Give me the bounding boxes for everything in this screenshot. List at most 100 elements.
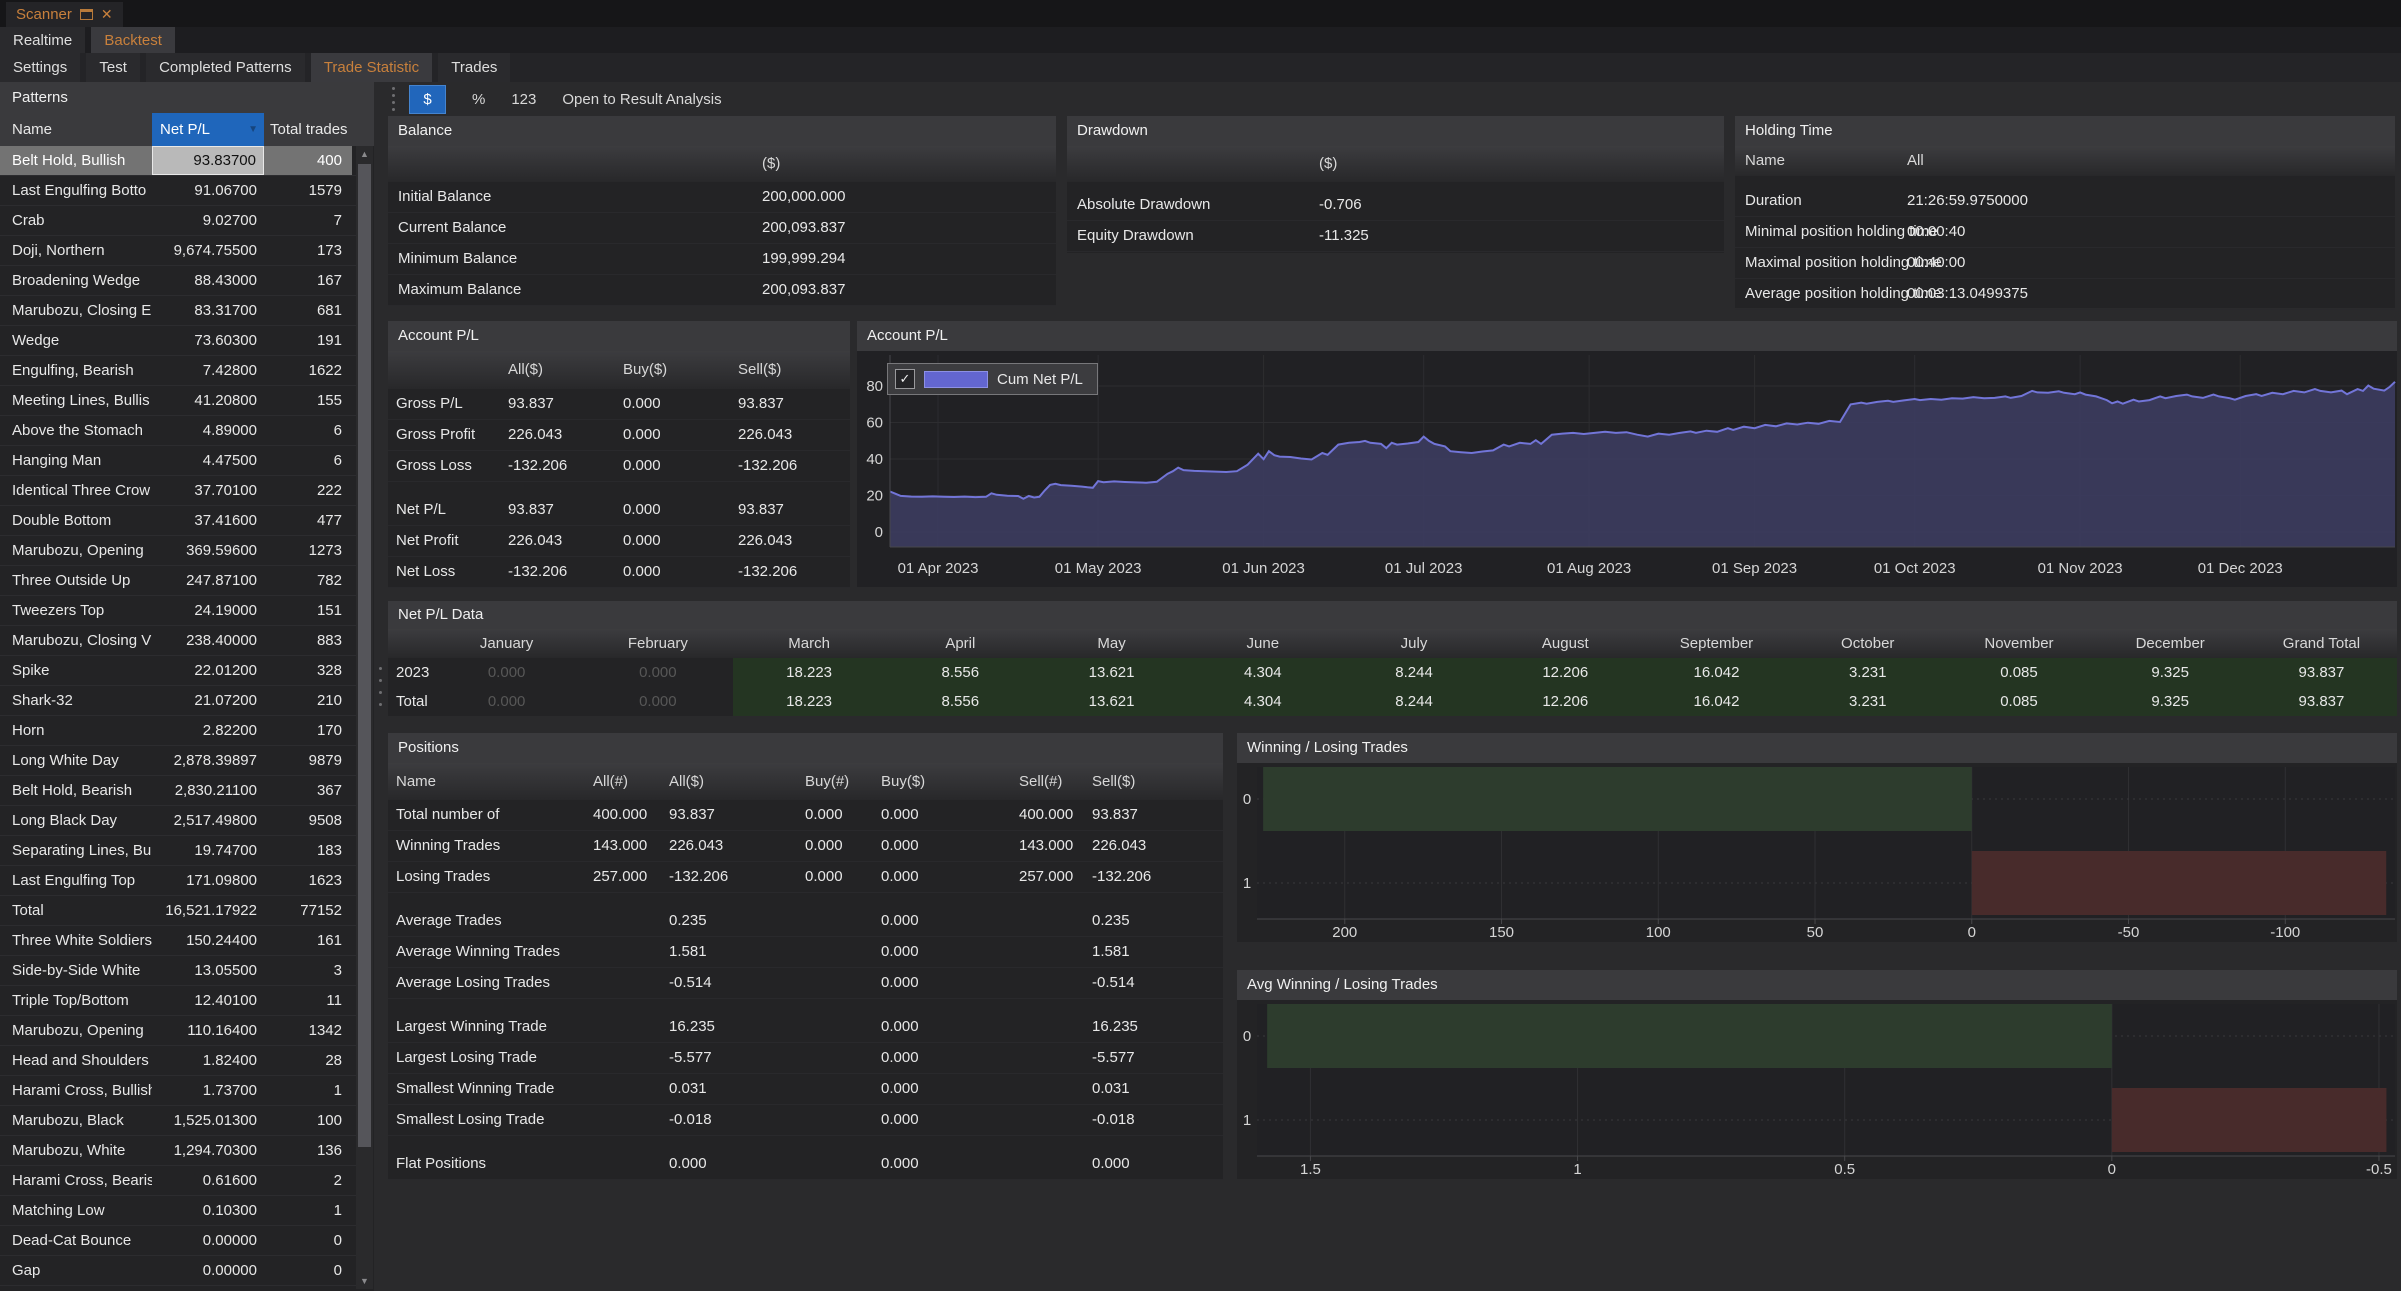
pattern-row[interactable]: Wedge73.60300191 (0, 326, 356, 356)
mode-tab-strip: Realtime Backtest (0, 27, 2401, 53)
open-result-analysis-button[interactable]: Open to Result Analysis (562, 91, 721, 108)
pattern-row[interactable]: Last Engulfing Top171.098001623 (0, 866, 356, 896)
stat-value: 0.000 (623, 526, 661, 556)
drawdown-column-header: ($) (1067, 146, 1724, 182)
pattern-row[interactable]: Gap0.000000 (0, 1256, 356, 1286)
pattern-row[interactable]: Belt Hold, Bullish93.83700400 (0, 146, 356, 176)
pattern-trades: 7 (264, 206, 352, 235)
stat-row: Gross Profit226.0430.000226.043 (388, 420, 850, 451)
pattern-trades: 3 (264, 956, 352, 985)
tab-backtest[interactable]: Backtest (91, 27, 175, 53)
patterns-scrollbar[interactable]: ▲ ▼ (356, 146, 373, 1289)
close-icon[interactable]: ✕ (101, 6, 113, 23)
netpl-data-row: 20230.0000.00018.2238.55613.6214.3048.24… (388, 658, 2397, 687)
tab-settings[interactable]: Settings (0, 53, 80, 82)
pattern-row[interactable]: Dead-Cat Bounce0.000000 (0, 1226, 356, 1256)
pattern-row[interactable]: Shark-3221.07200210 (0, 686, 356, 716)
stat-value: 1.581 (1092, 937, 1130, 967)
pattern-row[interactable]: Total16,521.1792277152 (0, 896, 356, 926)
pattern-row[interactable]: Broadening Wedge88.43000167 (0, 266, 356, 296)
pattern-row[interactable]: Meeting Lines, Bullis41.20800155 (0, 386, 356, 416)
column-header-netpl[interactable]: Net P/L▼ (152, 113, 264, 146)
window-icon (80, 9, 93, 20)
svg-text:0: 0 (1243, 1028, 1251, 1045)
stat-value: 400.000 (593, 800, 647, 830)
currency-dollar-button[interactable]: $ (409, 85, 446, 114)
stat-row: Average Trades0.2350.0000.235 (388, 906, 1223, 937)
pattern-row[interactable]: Marubozu, Black1,525.01300100 (0, 1106, 356, 1136)
pattern-row[interactable]: Three White Soldiers150.24400161 (0, 926, 356, 956)
stat-value: 0.000 (881, 1149, 919, 1179)
stat-row: Maximal position holding time00:40:00 (1735, 248, 2395, 279)
stat-row: Winning Trades143.000226.0430.0000.00014… (388, 831, 1223, 862)
pattern-row[interactable]: Matching Low0.103001 (0, 1196, 356, 1226)
pattern-trades: 11 (264, 986, 352, 1015)
stat-label: Net Loss (396, 557, 455, 587)
pattern-row[interactable]: Above the Stomach4.890006 (0, 416, 356, 446)
netpl-cell: 93.837 (2246, 658, 2397, 687)
tab-test[interactable]: Test (86, 53, 140, 82)
pattern-row[interactable]: Triple Top/Bottom12.4010011 (0, 986, 356, 1016)
pattern-row[interactable]: Engulfing, Bearish7.428001622 (0, 356, 356, 386)
stat-row: Flat Positions0.0000.0000.000 (388, 1149, 1223, 1180)
pattern-row[interactable]: Hanging Man4.475006 (0, 446, 356, 476)
legend-checkbox[interactable]: ✓ (895, 369, 915, 389)
panel-splitter[interactable] (374, 82, 386, 1291)
tab-trades[interactable]: Trades (438, 53, 510, 82)
pattern-row[interactable]: Marubozu, Closing V238.40000883 (0, 626, 356, 656)
percent-button[interactable]: % (472, 91, 485, 108)
tab-realtime[interactable]: Realtime (0, 27, 85, 53)
pattern-row[interactable]: Side-by-Side White13.055003 (0, 956, 356, 986)
col-sell-dollar: Sell($) (738, 351, 781, 389)
pattern-row[interactable]: Harami Cross, Bullish1.737001 (0, 1076, 356, 1106)
avg-winning-losing-title: Avg Winning / Losing Trades (1237, 970, 2397, 1000)
tab-trade-statistic[interactable]: Trade Statistic (311, 53, 432, 82)
pattern-row[interactable]: Identical Three Crow37.70100222 (0, 476, 356, 506)
svg-text:40: 40 (866, 451, 883, 468)
scanner-window: Scanner ✕ Realtime Backtest Settings Tes… (0, 0, 2401, 1291)
pattern-row[interactable]: Marubozu, White1,294.70300136 (0, 1136, 356, 1166)
pattern-row[interactable]: Harami Cross, Bearis0.616002 (0, 1166, 356, 1196)
stat-value: 226.043 (738, 420, 792, 450)
pattern-row[interactable]: Three Outside Up247.87100782 (0, 566, 356, 596)
tab-completed-patterns-label: Completed Patterns (159, 59, 292, 76)
pattern-row[interactable]: Doji, Northern9,674.75500173 (0, 236, 356, 266)
pattern-row[interactable]: Long White Day2,878.398979879 (0, 746, 356, 776)
pattern-row[interactable]: Belt Hold, Bearish2,830.21100367 (0, 776, 356, 806)
legend-series-label: Cum Net P/L (997, 371, 1083, 388)
count-button[interactable]: 123 (511, 91, 536, 108)
pattern-netpl: 22.01200 (152, 656, 264, 685)
tab-scanner[interactable]: Scanner ✕ (6, 2, 123, 27)
winning-losing-panel: Winning / Losing Trades 200150100500-50-… (1237, 733, 2397, 942)
column-header-name[interactable]: Name (0, 113, 152, 146)
pattern-row[interactable]: Marubozu, Opening110.164001342 (0, 1016, 356, 1046)
pattern-row[interactable]: Double Bottom37.41600477 (0, 506, 356, 536)
group-gap (388, 1136, 1223, 1149)
tab-completed-patterns[interactable]: Completed Patterns (146, 53, 305, 82)
stat-value: -0.018 (1092, 1105, 1135, 1135)
pattern-row[interactable]: Separating Lines, Bu19.74700183 (0, 836, 356, 866)
pattern-row[interactable]: Tweezers Top24.19000151 (0, 596, 356, 626)
column-header-total-trades[interactable]: Total trades (264, 113, 352, 146)
pattern-row[interactable]: Last Engulfing Botto91.067001579 (0, 176, 356, 206)
netpl-data-row: Total0.0000.00018.2238.55613.6214.3048.2… (388, 687, 2397, 716)
pattern-row[interactable]: Spike22.01200328 (0, 656, 356, 686)
pattern-trades: 100 (264, 1106, 352, 1135)
pattern-row[interactable]: Marubozu, Closing E83.31700681 (0, 296, 356, 326)
toolbar-drag-handle-icon[interactable] (392, 87, 395, 111)
pattern-row[interactable]: Long Black Day2,517.498009508 (0, 806, 356, 836)
scrollbar-thumb[interactable] (358, 164, 371, 1147)
scroll-down-icon[interactable]: ▼ (356, 1273, 373, 1289)
pattern-netpl: 2,830.21100 (152, 776, 264, 805)
pattern-row[interactable]: Horn2.82200170 (0, 716, 356, 746)
chart-legend[interactable]: ✓ Cum Net P/L (887, 363, 1098, 395)
stat-value: -0.706 (1319, 190, 1362, 220)
pattern-trades: 151 (264, 596, 352, 625)
stat-value: 400.000 (1019, 800, 1073, 830)
scroll-up-icon[interactable]: ▲ (356, 146, 373, 162)
netpl-corner-cell (388, 629, 431, 658)
pattern-name: Three White Soldiers (0, 926, 152, 955)
pattern-row[interactable]: Marubozu, Opening369.596001273 (0, 536, 356, 566)
pattern-row[interactable]: Head and Shoulders1.8240028 (0, 1046, 356, 1076)
pattern-row[interactable]: Crab9.027007 (0, 206, 356, 236)
